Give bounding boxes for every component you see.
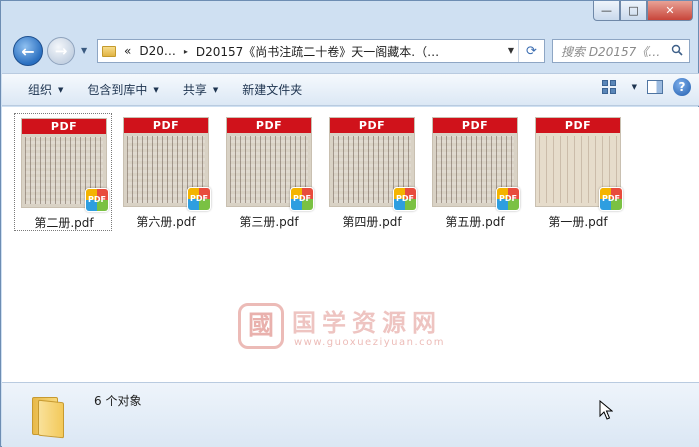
pdf-label: PDF xyxy=(227,118,311,133)
chevron-down-icon: ▼ xyxy=(58,85,64,94)
file-name[interactable]: 第一册.pdf xyxy=(529,213,627,230)
organize-label: 组织 xyxy=(28,83,53,97)
file-name[interactable]: 第五册.pdf xyxy=(426,213,524,230)
search-input[interactable]: 搜索 D20157《… xyxy=(561,43,669,60)
include-in-library-label: 包含到库中 xyxy=(87,83,148,97)
address-dropdown-icon[interactable]: ▼ xyxy=(508,46,514,55)
file-name[interactable]: 第三册.pdf xyxy=(220,213,318,230)
file-name[interactable]: 第二册.pdf xyxy=(15,214,113,231)
command-bar: 组织 ▼ 包含到库中 ▼ 共享 ▼ 新建文件夹 ▼ ? xyxy=(2,73,699,106)
help-icon[interactable]: ? xyxy=(673,78,691,96)
change-view-icon[interactable] xyxy=(601,80,616,94)
file-item[interactable]: PDF PDF 第三册.pdf xyxy=(220,113,318,231)
address-overflow[interactable]: « xyxy=(124,44,131,58)
pdf-label: PDF xyxy=(433,118,517,133)
folder-icon xyxy=(30,393,72,439)
search-box[interactable]: 搜索 D20157《… xyxy=(552,39,690,63)
explorer-window: — □ ✕ ← → ▼ « D20… ▸ D20157《尚书注疏二十卷》天一阁藏… xyxy=(0,0,699,447)
forward-button[interactable]: → xyxy=(47,37,75,65)
file-item[interactable]: PDF PDF 第二册.pdf xyxy=(14,113,112,231)
view-controls: ▼ ? xyxy=(601,78,691,96)
file-item[interactable]: PDF PDF 第一册.pdf xyxy=(529,113,627,231)
chevron-down-icon: ▼ xyxy=(153,85,159,94)
maximize-button[interactable]: □ xyxy=(620,1,647,21)
pdf-label: PDF xyxy=(124,118,208,133)
pdf-label: PDF xyxy=(536,118,620,133)
address-bar[interactable]: « D20… ▸ D20157《尚书注疏二十卷》天一阁藏本.（… ▼ ⟳ xyxy=(97,39,545,63)
pdf-label: PDF xyxy=(330,118,414,133)
address-separator-icon[interactable]: ▸ xyxy=(184,47,188,56)
file-item[interactable]: PDF PDF 第五册.pdf xyxy=(426,113,524,231)
pdf-app-icon-label: PDF xyxy=(396,194,414,203)
pdf-app-icon-label: PDF xyxy=(499,194,517,203)
pdf-app-icon-label: PDF xyxy=(88,195,106,204)
refresh-button[interactable]: ⟳ xyxy=(518,40,544,62)
file-item[interactable]: PDF PDF 第六册.pdf xyxy=(117,113,215,231)
pdf-app-icon-label: PDF xyxy=(602,194,620,203)
organize-menu[interactable]: 组织 ▼ xyxy=(18,77,73,103)
back-button[interactable]: ← xyxy=(13,36,43,66)
watermark-title: 国学资源网 xyxy=(292,308,442,337)
file-list-area[interactable]: PDF PDF 第二册.pdf PDF PDF 第六册.pdf PDF PDF … xyxy=(2,107,699,382)
folder-icon xyxy=(102,45,116,57)
preview-pane-icon[interactable] xyxy=(647,80,663,94)
pdf-label: PDF xyxy=(22,119,106,134)
pdf-app-icon-label: PDF xyxy=(190,194,208,203)
close-button[interactable]: ✕ xyxy=(647,1,693,21)
new-folder-label: 新建文件夹 xyxy=(242,83,303,97)
include-in-library-menu[interactable]: 包含到库中 ▼ xyxy=(77,77,168,103)
site-watermark: 國 国学资源网 www.guoxueziyuan.com xyxy=(238,303,478,355)
minimize-button[interactable]: — xyxy=(593,1,620,21)
recent-pages-dropdown[interactable]: ▼ xyxy=(81,46,87,55)
share-label: 共享 xyxy=(182,83,207,97)
item-count: 6 个对象 xyxy=(94,394,142,408)
view-options-dropdown[interactable]: ▼ xyxy=(632,83,637,91)
file-name[interactable]: 第四册.pdf xyxy=(323,213,421,230)
address-segment-current[interactable]: D20157《尚书注疏二十卷》天一阁藏本.（… xyxy=(196,43,439,60)
chevron-down-icon: ▼ xyxy=(212,85,219,94)
mouse-cursor-icon xyxy=(599,400,613,420)
navigation-bar: ← → ▼ « D20… ▸ D20157《尚书注疏二十卷》天一阁藏本.（… ▼… xyxy=(1,31,699,71)
file-item[interactable]: PDF PDF 第四册.pdf xyxy=(323,113,421,231)
details-pane: 6 个对象 xyxy=(2,382,699,447)
watermark-seal: 國 xyxy=(238,303,284,349)
search-icon[interactable] xyxy=(671,44,683,56)
watermark-url: www.guoxueziyuan.com xyxy=(294,337,445,348)
new-folder-button[interactable]: 新建文件夹 xyxy=(232,77,312,103)
caption-buttons: — □ ✕ xyxy=(593,1,693,21)
share-menu[interactable]: 共享 ▼ xyxy=(173,77,228,103)
pdf-app-icon-label: PDF xyxy=(293,194,311,203)
file-name[interactable]: 第六册.pdf xyxy=(117,213,215,230)
address-segment-parent[interactable]: D20… xyxy=(139,44,176,58)
